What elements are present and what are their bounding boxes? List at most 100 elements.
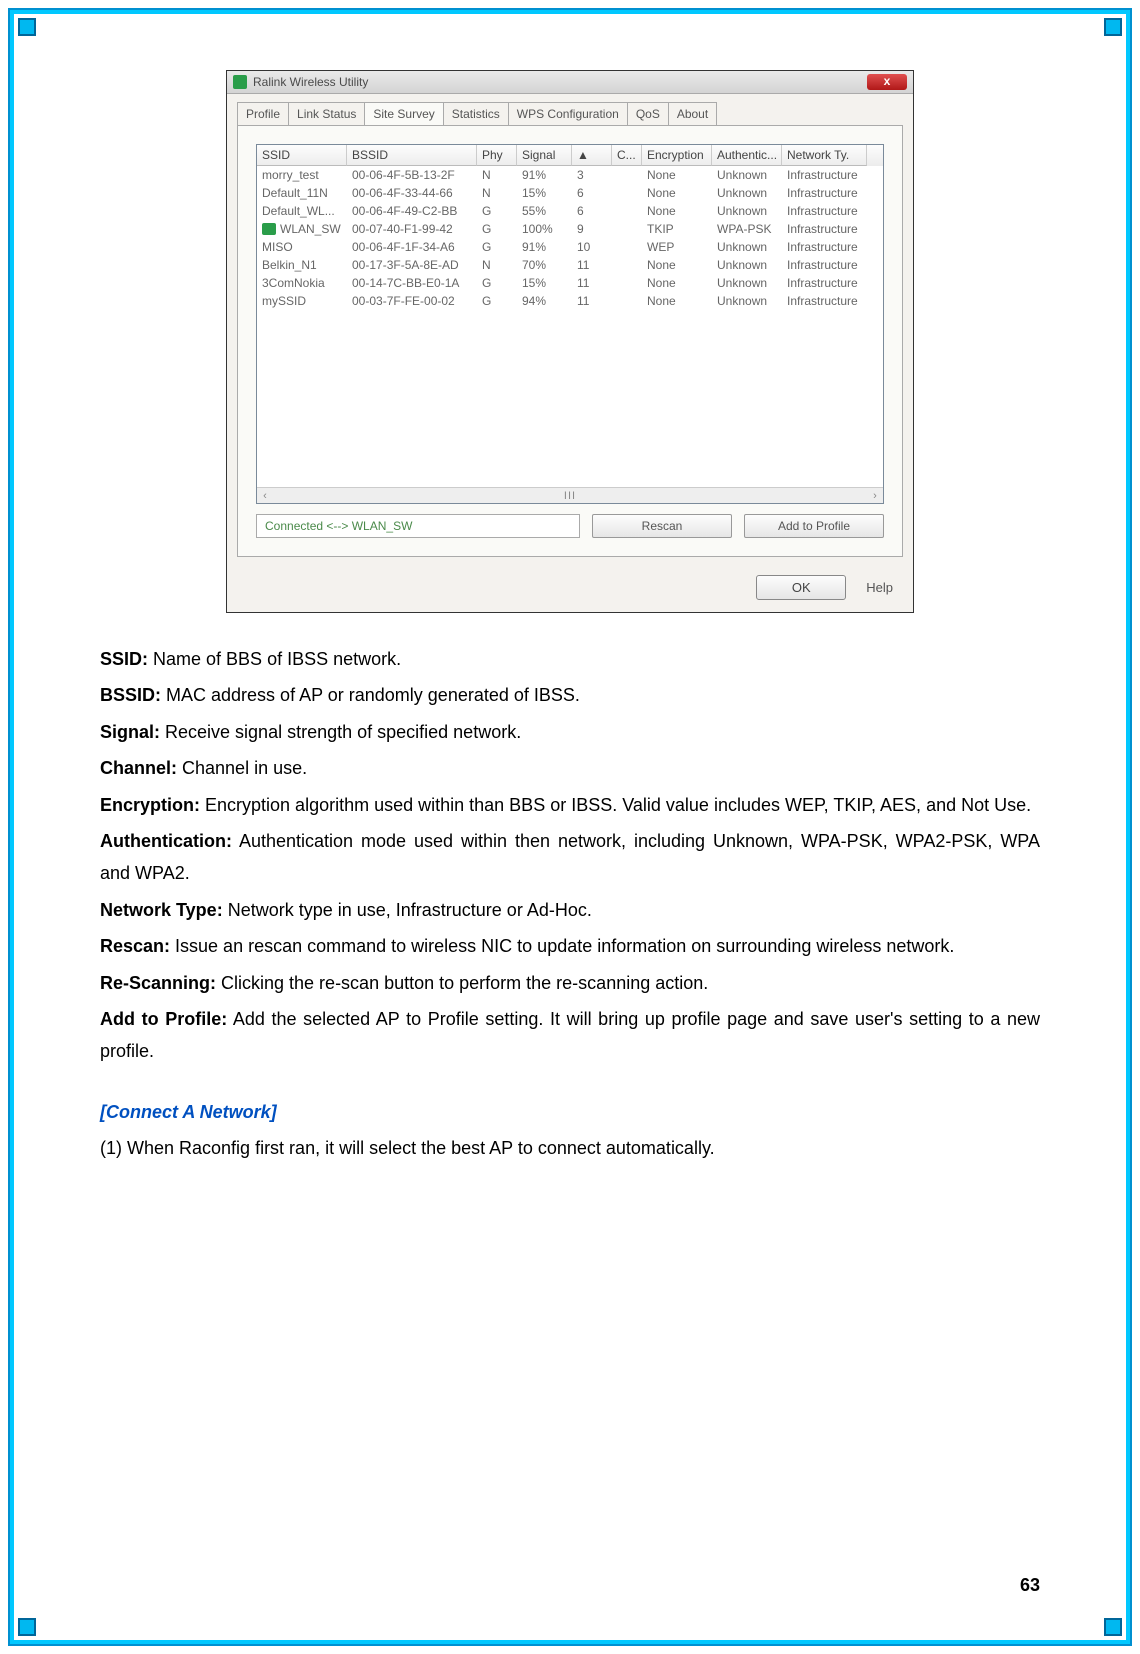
window-title-bar[interactable]: Ralink Wireless Utility x: [227, 71, 913, 94]
scroll-left-arrow-icon[interactable]: ‹: [257, 490, 273, 502]
column-header[interactable]: SSID: [257, 145, 347, 166]
list-cell: None: [642, 202, 712, 220]
list-cell: 10: [572, 238, 612, 256]
column-header[interactable]: Signal: [517, 145, 572, 166]
list-cell: [612, 292, 642, 310]
network-row[interactable]: morry_test00-06-4F-5B-13-2FN91%3NoneUnkn…: [257, 166, 883, 184]
window-close-button[interactable]: x: [867, 74, 907, 90]
network-list-view[interactable]: SSIDBSSIDPhySignal▲C...EncryptionAuthent…: [256, 144, 884, 504]
network-row[interactable]: Default_11N00-06-4F-33-44-66N15%6NoneUnk…: [257, 184, 883, 202]
list-cell: [612, 184, 642, 202]
def-channel: Channel: Channel in use.: [100, 752, 1040, 784]
list-cell: mySSID: [257, 292, 347, 310]
list-cell: 00-14-7C-BB-E0-1A: [347, 274, 477, 292]
def-rescan: Rescan: Issue an rescan command to wirel…: [100, 930, 1040, 962]
list-cell: 00-06-4F-49-C2-BB: [347, 202, 477, 220]
connect-network-heading: [Connect A Network]: [100, 1096, 1040, 1128]
def-add-to-profile: Add to Profile: Add the selected AP to P…: [100, 1003, 1040, 1068]
list-cell: Infrastructure: [782, 166, 867, 184]
list-cell: 00-06-4F-5B-13-2F: [347, 166, 477, 184]
def-encryption: Encryption: Encryption algorithm used wi…: [100, 789, 1040, 821]
def-network-type: Network Type: Network type in use, Infra…: [100, 894, 1040, 926]
network-row[interactable]: WLAN_SW00-07-40-F1-99-42G100%9TKIPWPA-PS…: [257, 220, 883, 238]
list-cell: 00-17-3F-5A-8E-AD: [347, 256, 477, 274]
connected-icon: [262, 223, 276, 235]
list-cell: WLAN_SW: [257, 220, 347, 238]
list-cell: [612, 256, 642, 274]
list-cell: Unknown: [712, 292, 782, 310]
horizontal-scrollbar[interactable]: ‹ III ›: [257, 487, 883, 503]
list-cell: None: [642, 166, 712, 184]
column-header[interactable]: Network Ty.: [782, 145, 867, 166]
list-cell: [612, 238, 642, 256]
list-cell: Infrastructure: [782, 274, 867, 292]
list-cell: [612, 166, 642, 184]
list-cell: Default_11N: [257, 184, 347, 202]
list-cell: WEP: [642, 238, 712, 256]
list-cell: 11: [572, 292, 612, 310]
list-cell: 94%: [517, 292, 572, 310]
site-survey-panel: SSIDBSSIDPhySignal▲C...EncryptionAuthent…: [237, 125, 903, 557]
corner-square-icon: [1104, 1618, 1122, 1636]
list-cell: 91%: [517, 166, 572, 184]
tab-qos[interactable]: QoS: [627, 102, 669, 125]
tab-site-survey[interactable]: Site Survey: [364, 102, 443, 125]
column-header[interactable]: Authentic...: [712, 145, 782, 166]
scroll-right-arrow-icon[interactable]: ›: [867, 490, 883, 502]
app-icon: [233, 75, 247, 89]
ralink-utility-window: Ralink Wireless Utility x ProfileLink St…: [226, 70, 914, 613]
tab-link-status[interactable]: Link Status: [288, 102, 365, 125]
network-row[interactable]: MISO00-06-4F-1F-34-A6G91%10WEPUnknownInf…: [257, 238, 883, 256]
list-cell: 6: [572, 184, 612, 202]
field-definitions: SSID: Name of BBS of IBSS network. BSSID…: [100, 643, 1040, 1164]
list-cell: 00-06-4F-33-44-66: [347, 184, 477, 202]
list-cell: 3: [572, 166, 612, 184]
list-cell: [612, 202, 642, 220]
dialog-button-row: OK Help: [227, 567, 913, 612]
list-cell: [612, 220, 642, 238]
network-row[interactable]: Belkin_N100-17-3F-5A-8E-ADN70%11NoneUnkn…: [257, 256, 883, 274]
list-cell: Infrastructure: [782, 292, 867, 310]
corner-square-icon: [18, 18, 36, 36]
tab-profile[interactable]: Profile: [237, 102, 289, 125]
column-header[interactable]: Phy: [477, 145, 517, 166]
list-cell: Infrastructure: [782, 184, 867, 202]
list-cell: G: [477, 202, 517, 220]
list-header[interactable]: SSIDBSSIDPhySignal▲C...EncryptionAuthent…: [257, 145, 883, 166]
column-header[interactable]: C...: [612, 145, 642, 166]
list-cell: G: [477, 220, 517, 238]
network-row[interactable]: Default_WL...00-06-4F-49-C2-BBG55%6NoneU…: [257, 202, 883, 220]
list-cell: 91%: [517, 238, 572, 256]
corner-square-icon: [18, 1618, 36, 1636]
list-cell: Infrastructure: [782, 238, 867, 256]
help-link[interactable]: Help: [866, 580, 899, 595]
add-to-profile-button[interactable]: Add to Profile: [744, 514, 884, 538]
list-cell: Infrastructure: [782, 256, 867, 274]
network-row[interactable]: 3ComNokia00-14-7C-BB-E0-1AG15%11NoneUnkn…: [257, 274, 883, 292]
def-bssid: BSSID: MAC address of AP or randomly gen…: [100, 679, 1040, 711]
list-body: morry_test00-06-4F-5B-13-2FN91%3NoneUnkn…: [257, 166, 883, 310]
list-cell: Unknown: [712, 274, 782, 292]
tab-statistics[interactable]: Statistics: [443, 102, 509, 125]
tab-about[interactable]: About: [668, 102, 717, 125]
scroll-thumb-icon[interactable]: III: [564, 490, 576, 502]
list-cell: 6: [572, 202, 612, 220]
list-cell: WPA-PSK: [712, 220, 782, 238]
list-cell: Unknown: [712, 256, 782, 274]
panel-bottom-row: Connected <--> WLAN_SW Rescan Add to Pro…: [256, 514, 884, 538]
network-row[interactable]: mySSID00-03-7F-FE-00-02G94%11NoneUnknown…: [257, 292, 883, 310]
column-header[interactable]: ▲: [572, 145, 612, 166]
tab-wps-configuration[interactable]: WPS Configuration: [508, 102, 628, 125]
connection-status: Connected <--> WLAN_SW: [256, 514, 580, 538]
list-cell: N: [477, 256, 517, 274]
list-cell: Belkin_N1: [257, 256, 347, 274]
def-rescanning: Re-Scanning: Clicking the re-scan button…: [100, 967, 1040, 999]
column-header[interactable]: BSSID: [347, 145, 477, 166]
list-cell: 3ComNokia: [257, 274, 347, 292]
list-cell: 11: [572, 274, 612, 292]
ok-button[interactable]: OK: [756, 575, 846, 600]
rescan-button[interactable]: Rescan: [592, 514, 732, 538]
corner-square-icon: [1104, 18, 1122, 36]
column-header[interactable]: Encryption: [642, 145, 712, 166]
list-cell: None: [642, 292, 712, 310]
